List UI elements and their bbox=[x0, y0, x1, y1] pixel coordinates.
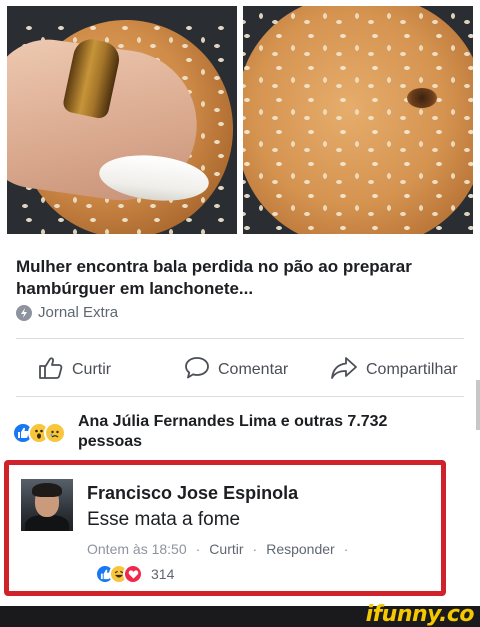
share-label: Compartilhar bbox=[366, 361, 458, 378]
sad-reaction-icon bbox=[44, 422, 66, 444]
article-source[interactable]: Jornal Extra bbox=[16, 304, 118, 321]
article-title[interactable]: Mulher encontra bala perdida no pão ao p… bbox=[16, 256, 456, 300]
divider bbox=[16, 338, 464, 339]
meta-separator: · bbox=[252, 541, 258, 557]
ifunny-footer: ifunny.co bbox=[0, 602, 480, 627]
thumbs-up-icon bbox=[38, 356, 64, 385]
highlighted-comment: Francisco Jose Espinola Esse mata a fome… bbox=[4, 460, 446, 596]
scrollbar[interactable] bbox=[476, 380, 480, 430]
ifunny-watermark: ifunny.co bbox=[365, 602, 475, 627]
divider bbox=[16, 396, 464, 397]
reactions-summary-text: Ana Júlia Fernandes Lima e outras 7.732 … bbox=[78, 413, 388, 450]
share-button[interactable]: Compartilhar bbox=[330, 352, 458, 388]
comment-reply-link[interactable]: Responder bbox=[266, 541, 335, 557]
facebook-post-screenshot: Mulher encontra bala perdida no pão ao p… bbox=[0, 0, 480, 627]
photo-bun-with-bullet[interactable] bbox=[7, 6, 237, 234]
comment-reactions[interactable]: 314 bbox=[95, 564, 174, 584]
comment-meta: Ontem às 18:50 · Curtir · Responder · bbox=[87, 541, 348, 557]
meta-separator: · bbox=[195, 541, 201, 557]
reactions-summary[interactable]: Ana Júlia Fernandes Lima e outras 7.732 … bbox=[12, 412, 438, 452]
photo-bun-with-hole[interactable] bbox=[243, 6, 473, 234]
source-name: Jornal Extra bbox=[38, 304, 119, 321]
post-photos[interactable] bbox=[7, 6, 473, 234]
post-action-bar: Curtir Comentar Compartilhar bbox=[0, 352, 480, 388]
comment-like-link[interactable]: Curtir bbox=[209, 541, 243, 557]
reaction-icons bbox=[12, 422, 66, 444]
meta-separator: · bbox=[343, 541, 349, 557]
comment-timestamp[interactable]: Ontem às 18:50 bbox=[87, 541, 187, 557]
like-button[interactable]: Curtir bbox=[38, 352, 111, 388]
love-reaction-icon bbox=[123, 564, 143, 584]
bun-image bbox=[243, 6, 473, 234]
like-label: Curtir bbox=[72, 361, 112, 378]
share-arrow-icon bbox=[330, 356, 358, 385]
comment-label: Comentar bbox=[218, 361, 289, 378]
lightning-icon bbox=[16, 304, 32, 321]
bullet-hole-image bbox=[407, 88, 437, 108]
avatar[interactable] bbox=[21, 479, 73, 531]
comment-button[interactable]: Comentar bbox=[184, 352, 288, 388]
speech-bubble-icon bbox=[184, 356, 210, 385]
comment-reaction-count: 314 bbox=[151, 566, 175, 582]
comment-text: Esse mata a fome bbox=[87, 509, 241, 530]
comment-author[interactable]: Francisco Jose Espinola bbox=[87, 483, 298, 504]
